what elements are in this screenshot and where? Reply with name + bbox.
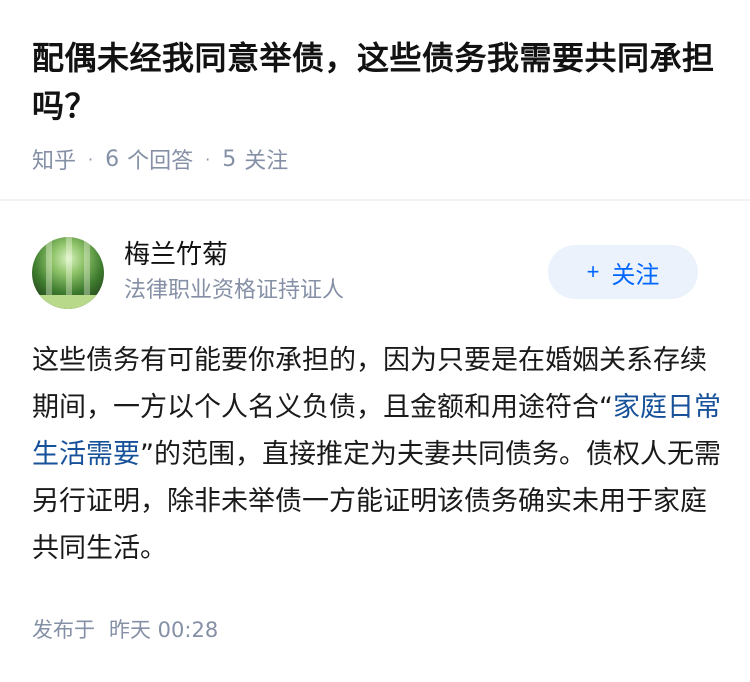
- followers-label: 关注: [244, 149, 289, 174]
- author-bio: 法律职业资格证持证人: [124, 278, 345, 303]
- publish-time: 发布于 昨天 00:28: [32, 614, 218, 644]
- publish-prefix: 发布于: [32, 618, 95, 642]
- answers-label: 个回答: [127, 149, 194, 174]
- question-meta: 知乎 · 6 个回答 · 5 关注: [32, 143, 288, 175]
- follow-button-label: 关注: [611, 261, 660, 289]
- answers-count: 6: [105, 146, 120, 172]
- answer-card: 梅兰竹菊 法律职业资格证持证人 + 关注 这些债务有可能要你承担的，因为只要是在…: [0, 201, 750, 682]
- author-name[interactable]: 梅兰竹菊: [124, 237, 228, 273]
- question-title[interactable]: 配偶未经我同意举债，这些债务我需要共同承担吗？: [32, 34, 716, 130]
- author-row: 梅兰竹菊 法律职业资格证持证人 + 关注: [32, 237, 718, 309]
- avatar[interactable]: [32, 237, 104, 309]
- separator-dot: ·: [205, 149, 211, 169]
- followers-count: 5: [222, 146, 237, 172]
- follow-button[interactable]: + 关注: [548, 245, 698, 299]
- separator-dot: ·: [88, 149, 94, 169]
- avatar-ground: [32, 295, 104, 309]
- answer-content: 这些债务有可能要你承担的，因为只要是在婚姻关系存续期间，一方以个人名义负债，且金…: [32, 337, 722, 572]
- plus-icon: +: [586, 259, 600, 284]
- answer-text-part1: 这些债务有可能要你承担的，因为只要是在婚姻关系存续期间，一方以个人名义负债，且金…: [32, 345, 707, 423]
- source-label[interactable]: 知乎: [32, 143, 76, 175]
- publish-timestamp: 昨天 00:28: [109, 618, 219, 642]
- zhihu-answer-page: 配偶未经我同意举债，这些债务我需要共同承担吗？ 知乎 · 6 个回答 · 5 关…: [0, 0, 750, 682]
- question-header: 配偶未经我同意举债，这些债务我需要共同承担吗？ 知乎 · 6 个回答 · 5 关…: [0, 0, 750, 200]
